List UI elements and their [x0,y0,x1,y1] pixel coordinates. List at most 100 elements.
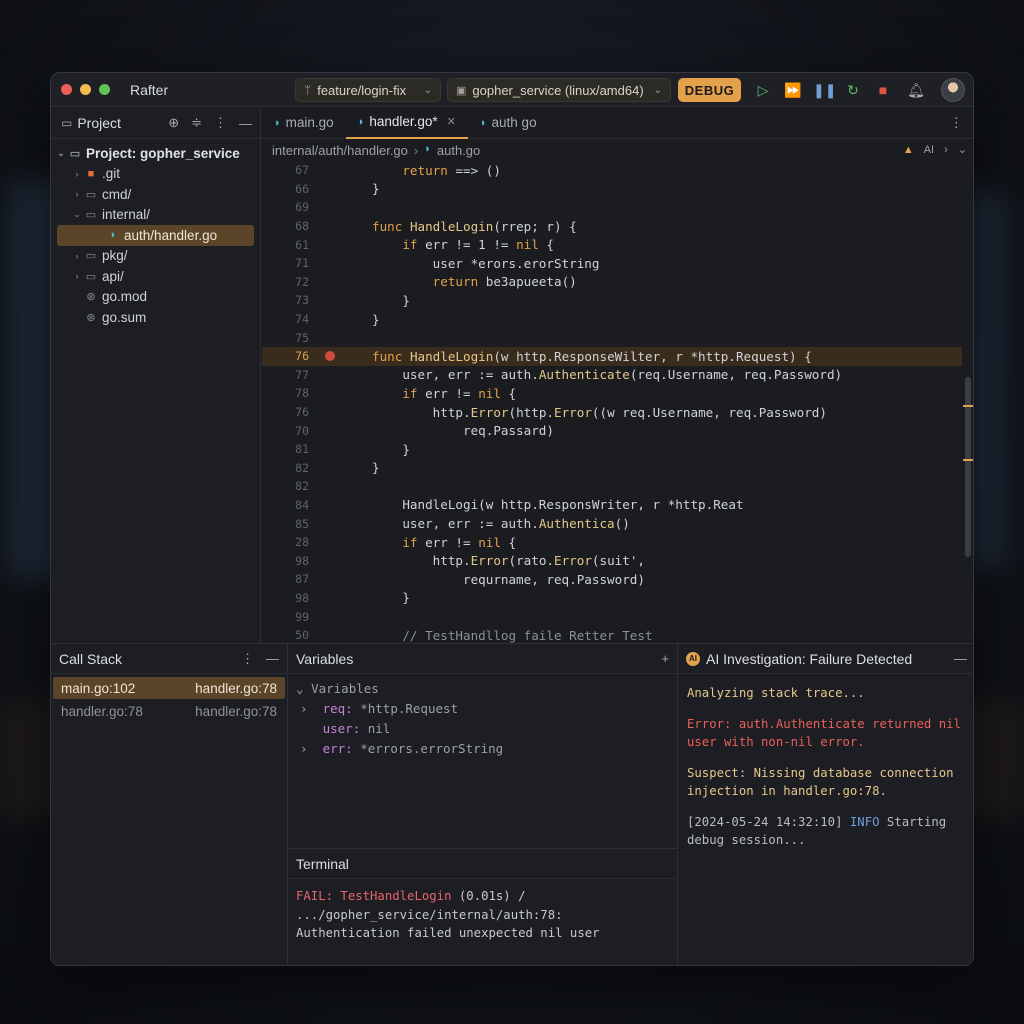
run-config-selector[interactable]: ▣ gopher_service (linux/amd64) ⌄ [447,78,671,102]
line-number[interactable]: 76 [262,405,317,419]
line-number[interactable]: 72 [262,275,317,289]
line-number[interactable]: 87 [262,572,317,586]
close-icon[interactable]: ✕ [447,115,456,128]
code-line[interactable]: 71 user *erors.erorString [262,254,962,273]
tree-item[interactable]: ⊛ go.mod [51,287,260,308]
breakpoint-icon[interactable] [325,351,335,362]
code-line[interactable]: 84 HandleLogi(w http.ResponsWriter, r *h… [262,496,962,515]
code-line[interactable]: 98 http.Error(rato.Error(suit', [262,551,962,570]
chevron-right-icon[interactable]: › [71,169,83,179]
chevron-right-icon[interactable]: › [71,189,83,199]
line-number[interactable]: 66 [262,182,317,196]
call-stack-frame[interactable]: main.go:102 handler.go:78 [53,677,285,699]
line-number[interactable]: 75 [262,331,317,345]
code-line[interactable]: 82} [262,459,962,478]
code-line[interactable]: 76 func HandleLogin(w http.ResponseWilter… [262,346,962,366]
chevron-right-icon[interactable]: › [300,701,323,716]
code-area[interactable]: 67 return ==> () 66} 69 68 func HandleLogin(… [262,161,962,644]
chevron-down-icon[interactable]: ⌄ [71,209,83,220]
code-line[interactable]: 82 [262,477,962,496]
code-line[interactable]: 87 requrname, req.Password) [262,570,962,589]
code-line[interactable]: 98 } [262,589,962,608]
code-line[interactable]: 99 [262,607,962,626]
line-number[interactable]: 68 [262,219,317,233]
line-number[interactable]: 82 [262,461,317,475]
run-icon[interactable]: ▷ [753,80,773,100]
stop-icon[interactable]: ■ [873,80,893,100]
tree-item[interactable]: › ■ .git [51,164,260,185]
chevron-right-icon[interactable]: › [300,741,323,756]
minimize-window-button[interactable] [80,84,91,95]
line-number[interactable]: 99 [262,610,317,624]
line-number[interactable]: 73 [262,293,317,307]
breadcrumb-path[interactable]: internal/auth/handler.go [272,143,408,158]
code-line[interactable]: 76 http.Error(http.Error((w req.Username… [262,403,962,422]
variable-row[interactable]: › req: *http.Request [296,698,669,718]
code-line[interactable]: 74} [262,310,962,329]
breadcrumb-file[interactable]: auth.go [437,143,480,158]
code-line[interactable]: 28 if err != nil { [262,533,962,552]
line-number[interactable]: 81 [262,442,317,456]
tree-item[interactable]: › ▭ cmd/ [51,184,260,205]
chevron-down-icon[interactable]: ⌄ [55,148,67,159]
line-number[interactable]: 50 [262,628,317,642]
code-line[interactable]: 77 user, err := auth.Authenticate(req.Us… [262,366,962,385]
line-number[interactable]: 28 [262,535,317,549]
line-number[interactable]: 77 [262,368,317,382]
chevron-right-icon[interactable]: › [944,144,948,156]
code-line[interactable]: 61 if err != 1 != nil { [262,235,962,254]
editor-tab[interactable]: ◗ main.go [262,107,346,139]
line-number[interactable]: 69 [262,200,317,214]
more-options-icon[interactable]: ⋮ [950,115,964,131]
variable-row[interactable]: › err: *errors.errorString [296,738,669,758]
restart-icon[interactable]: ↻ [843,80,863,100]
code-line[interactable]: 50 // TestHandllog faile Retter Test [262,626,962,645]
call-stack-frame[interactable]: handler.go:78 handler.go:78 [53,700,285,722]
chevron-right-icon[interactable]: › [71,271,83,281]
terminal-output[interactable]: FAIL: TestHandleLogin (0.01s) / .../goph… [288,879,677,951]
branch-selector[interactable]: ᛘ feature/login-fix ⌄ [295,78,441,102]
line-number[interactable]: 78 [262,386,317,400]
line-number[interactable]: 85 [262,517,317,531]
chevron-right-icon[interactable]: › [71,251,83,261]
maximize-window-button[interactable] [99,84,110,95]
line-number[interactable]: 76 [262,349,317,363]
tree-item[interactable]: ⌄ ▭ internal/ [51,205,260,226]
tree-item[interactable]: › ▭ api/ [51,266,260,287]
code-line[interactable]: 69 [262,198,962,217]
line-number[interactable]: 67 [262,163,317,177]
target-icon[interactable]: ⊕ [168,115,179,131]
code-line[interactable]: 67 return ==> () [262,161,962,180]
more-options-icon[interactable]: ⋮ [241,651,254,667]
line-number[interactable]: 84 [262,498,317,512]
bell-icon[interactable]: 🔔︎ [906,80,926,100]
line-number[interactable]: 74 [262,312,317,326]
line-number[interactable]: 98 [262,554,317,568]
code-line[interactable]: 72 return be3apueeta() [262,273,962,292]
line-number[interactable]: 71 [262,256,317,270]
ai-inspection-widget[interactable]: ▲ AI › ⌄ [903,143,967,157]
line-number[interactable]: 61 [262,238,317,252]
more-options-icon[interactable]: ⋮ [214,115,227,131]
tree-item[interactable]: ◗ auth/handler.go [57,225,254,246]
close-window-button[interactable] [61,84,72,95]
code-line[interactable]: 85 user, err := auth.Authentica() [262,514,962,533]
code-line[interactable]: 78 if err != nil { [262,384,962,403]
avatar[interactable] [941,78,965,102]
line-number[interactable]: 98 [262,591,317,605]
editor-tab[interactable]: ◗ auth go [468,107,549,139]
chevron-down-icon[interactable]: ⌄ [958,143,967,156]
terminal-title[interactable]: Terminal [296,856,349,872]
code-line[interactable]: 66} [262,180,962,199]
code-line[interactable]: 81 } [262,440,962,459]
minimize-icon[interactable]: — [266,651,279,667]
code-line[interactable]: 75 [262,328,962,347]
collapse-all-icon[interactable]: ≑ [191,115,202,131]
variables-group[interactable]: ⌄ Variables [296,678,669,698]
tree-item[interactable]: › ▭ pkg/ [51,246,260,267]
editor-tab[interactable]: ◗ handler.go* ✕ [345,107,468,139]
add-watch-icon[interactable]: + [661,651,669,666]
code-line[interactable]: 70 req.Passard) [262,421,962,440]
pause-icon[interactable]: ❚❚ [813,80,836,100]
tree-item[interactable]: ⊛ go.sum [51,307,260,328]
